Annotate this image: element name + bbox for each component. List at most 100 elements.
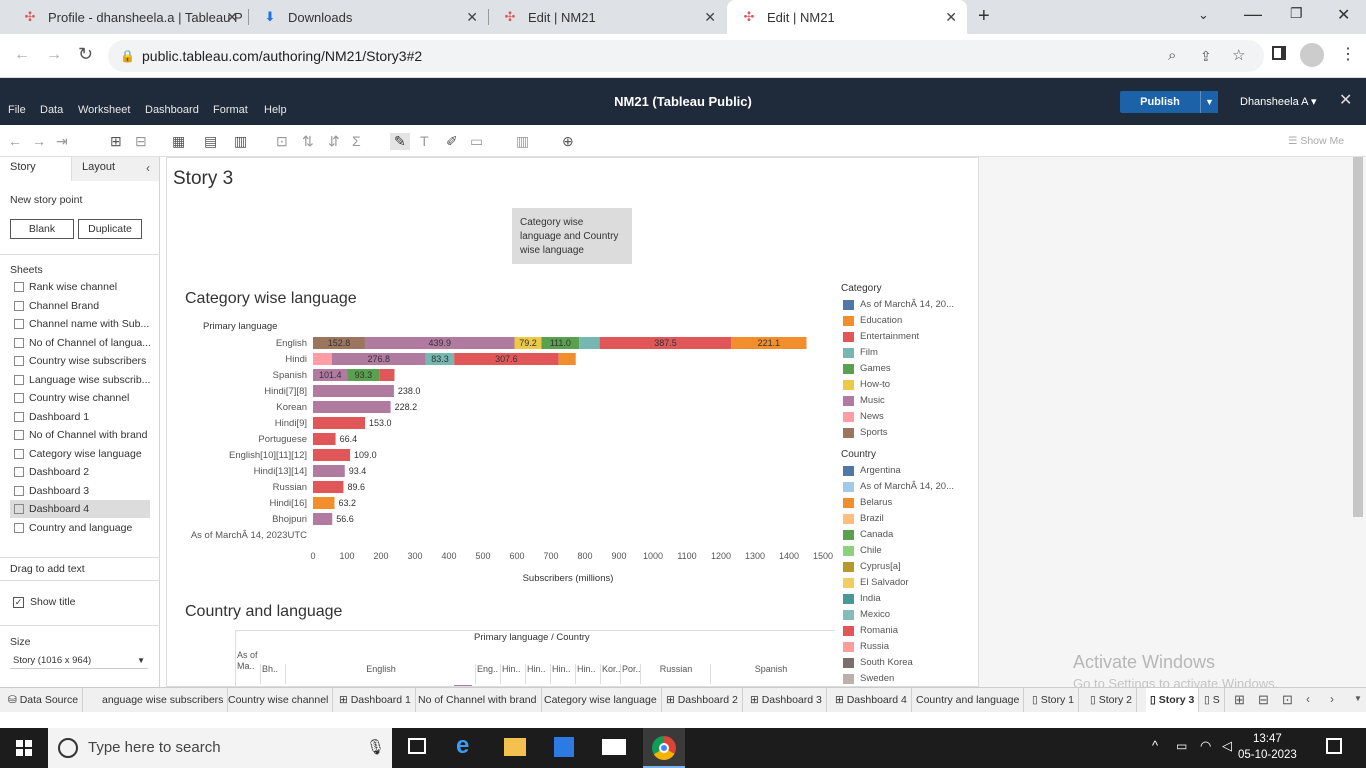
sheet-tab[interactable]: ⊞ Dashboard 2 <box>662 688 743 712</box>
taskbar-search[interactable]: Type here to search 🎙 <box>48 728 392 768</box>
legend-item[interactable]: Brazil <box>843 513 884 525</box>
share-icon[interactable]: ⇪ <box>1200 40 1212 72</box>
tab-layout[interactable]: Layout <box>82 161 115 173</box>
scroll-right-icon[interactable]: › <box>1330 692 1334 706</box>
annotate-icon[interactable]: ✐ <box>446 133 458 150</box>
sheet-item[interactable]: Dashboard 2 <box>10 463 150 481</box>
sheet-tab[interactable]: Category wise language <box>540 688 662 712</box>
new-sheet-tab-icon[interactable]: ⊞ <box>1234 692 1245 708</box>
legend-item[interactable]: Music <box>843 395 885 407</box>
sheet-tab[interactable]: ▯ Story 3 <box>1146 688 1200 712</box>
legend-item[interactable]: Film <box>843 347 878 359</box>
side-panel-icon[interactable] <box>1272 46 1286 60</box>
close-tab-icon[interactable]: ✕ <box>226 9 238 26</box>
browser-tab-edit-active[interactable]: ✣ Edit | NM21 ✕ <box>727 0 967 34</box>
battery-icon[interactable]: ▭ <box>1176 739 1187 753</box>
sheet-item[interactable]: Country wise channel <box>10 389 150 407</box>
sheet-item[interactable]: No of Channel of langua... <box>10 334 150 352</box>
chrome-taskbar-button[interactable] <box>643 728 685 768</box>
legend-item[interactable]: Argentina <box>843 465 901 477</box>
legend-item[interactable]: Belarus <box>843 497 892 509</box>
publish-dropdown-icon[interactable]: ▼ <box>1200 91 1218 113</box>
restore-icon[interactable]: ❐ <box>1290 5 1303 22</box>
legend-item[interactable]: Education <box>843 315 902 327</box>
file-explorer-icon[interactable] <box>504 738 526 756</box>
new-tab-icon[interactable]: + <box>978 5 990 28</box>
legend-item[interactable]: Games <box>843 363 891 375</box>
present-icon[interactable]: ⊕ <box>562 133 574 150</box>
notification-icon[interactable] <box>1326 738 1342 754</box>
show-title-checkbox[interactable]: ✓ <box>13 597 24 608</box>
sheet-tab[interactable]: ▯ Story 2 <box>1086 688 1137 712</box>
sheet-tab[interactable]: ⊞ Dashboard 3 <box>746 688 827 712</box>
browser-tab-profile[interactable]: ✣ Profile - dhansheela.a | Tableau P ✕ <box>8 0 248 34</box>
sort-icon[interactable]: ▤ <box>204 133 217 150</box>
group-icon[interactable]: ▥ <box>234 133 247 150</box>
task-view-icon[interactable] <box>408 738 426 754</box>
store-icon[interactable] <box>554 737 574 757</box>
mail-icon[interactable] <box>602 739 626 755</box>
sheet-tab[interactable]: ⛁ Data Source <box>4 688 84 712</box>
totals-icon[interactable]: ⊡ <box>276 133 288 150</box>
close-editor-icon[interactable]: ✕ <box>1339 90 1352 110</box>
microphone-icon[interactable]: 🎙 <box>366 728 385 768</box>
size-select[interactable]: Story (1016 x 964) ▼ <box>10 653 148 669</box>
forward-icon[interactable]: → <box>46 46 62 64</box>
edge-icon[interactable]: e <box>456 732 469 760</box>
legend-item[interactable]: Entertainment <box>843 331 919 343</box>
sheet-tab[interactable]: ⊞ Dashboard 4 <box>831 688 912 712</box>
undo-icon[interactable]: ← <box>8 133 22 149</box>
sheet-item[interactable]: Channel Brand <box>10 297 150 315</box>
close-tab-icon[interactable]: ✕ <box>466 9 478 26</box>
legend-item[interactable]: Canada <box>843 529 893 541</box>
legend-item[interactable]: Sports <box>843 427 887 439</box>
story-caption[interactable]: Category wise language and Country wise … <box>512 208 632 264</box>
redo-icon[interactable]: → <box>32 133 46 149</box>
highlight-icon[interactable]: ✎ <box>390 133 410 150</box>
close-tab-icon[interactable]: ✕ <box>945 9 957 26</box>
replay-icon[interactable]: ⇥ <box>56 133 68 150</box>
profile-avatar-icon[interactable] <box>1300 43 1324 67</box>
chrome-menu-icon[interactable]: ⋮ <box>1340 44 1356 64</box>
tray-chevron-icon[interactable]: ^ <box>1152 738 1158 753</box>
sheet-tab[interactable]: anguage wise subscribers <box>98 688 229 712</box>
text-icon[interactable]: T <box>420 133 429 149</box>
sheet-item[interactable]: Rank wise channel <box>10 278 150 296</box>
legend-item[interactable]: Sweden <box>843 673 894 685</box>
system-clock[interactable]: 13:47 05-10-2023 <box>1238 731 1297 763</box>
sheet-tab[interactable]: Country and language <box>912 688 1025 712</box>
sheet-tab[interactable]: Country wise channel <box>224 688 334 712</box>
publish-button[interactable]: Publish <box>1120 91 1200 113</box>
legend-item[interactable]: Chile <box>843 545 882 557</box>
sheet-item[interactable]: Country and language <box>10 519 150 537</box>
show-me-button[interactable]: ☰ Show Me <box>1288 135 1344 147</box>
legend-item[interactable]: Cyprus[a] <box>843 561 901 573</box>
legend-item[interactable]: Russia <box>843 641 889 653</box>
sheet-tab[interactable]: No of Channel with brand <box>414 688 542 712</box>
wifi-icon[interactable]: ◠ <box>1200 738 1211 754</box>
windows-start-icon[interactable] <box>16 740 32 756</box>
legend-item[interactable]: El Salvador <box>843 577 909 589</box>
scroll-left-icon[interactable]: ‹ <box>1306 692 1310 706</box>
reload-icon[interactable]: ↻ <box>78 44 93 65</box>
swap-icon[interactable]: ▦ <box>172 133 185 150</box>
new-dashboard-tab-icon[interactable]: ⊟ <box>1258 692 1269 708</box>
vertical-scrollbar[interactable] <box>1350 157 1366 517</box>
blank-button[interactable]: Blank <box>10 219 74 239</box>
zoom-icon[interactable]: ⌕ <box>1168 40 1176 72</box>
legend-item[interactable]: Romania <box>843 625 898 637</box>
sheet-tab[interactable]: ⊞ Dashboard 1 <box>335 688 416 712</box>
sheet-tab[interactable]: ▯ S <box>1200 688 1225 712</box>
legend-item[interactable]: As of MarchÂ 14, 20... <box>843 299 954 311</box>
user-menu[interactable]: Dhansheela A ▾ <box>1240 95 1316 108</box>
tab-menu-icon[interactable]: ▼ <box>1354 694 1362 703</box>
legend-item[interactable]: News <box>843 411 884 423</box>
sheet-item[interactable]: Country wise subscribers <box>10 352 150 370</box>
tab-story[interactable]: Story <box>10 161 36 173</box>
legend-item[interactable]: As of MarchÂ 14, 20... <box>843 481 954 493</box>
new-story-tab-icon[interactable]: ⊡ <box>1282 692 1293 708</box>
browser-tab-edit-1[interactable]: ✣ Edit | NM21 ✕ <box>488 0 726 34</box>
legend-item[interactable]: Mexico <box>843 609 890 621</box>
minimize-icon[interactable]: — <box>1244 4 1262 25</box>
sheet-item[interactable]: No of Channel with brand <box>10 426 150 444</box>
